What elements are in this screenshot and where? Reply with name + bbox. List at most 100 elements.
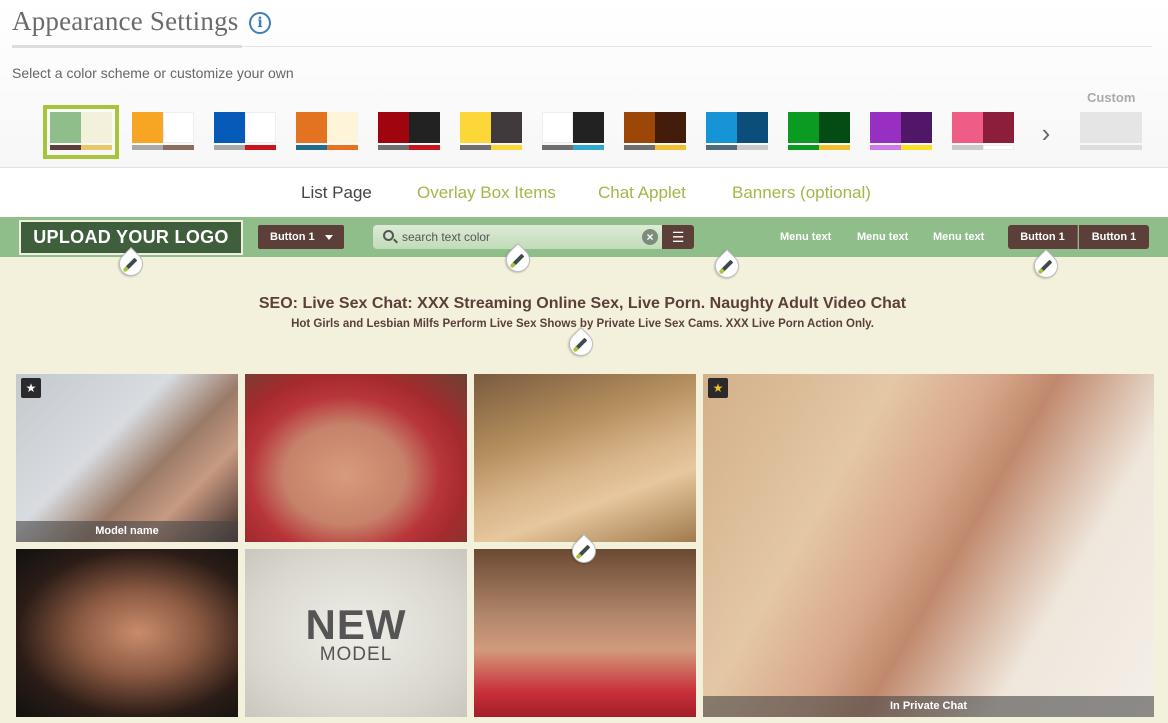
header-button-2[interactable]: Button 1 — [1079, 225, 1149, 249]
edit-seo-color-icon[interactable] — [564, 327, 598, 361]
swatch-color-left — [296, 112, 327, 143]
swatch-color-left — [50, 112, 81, 143]
search-placeholder: search text color — [402, 230, 491, 244]
tab-chat-applet[interactable]: Chat Applet — [598, 183, 686, 203]
swatch-bar-right — [901, 145, 932, 150]
swatch-color-right — [901, 112, 932, 143]
swatch-bar-right — [245, 145, 276, 150]
search-icon — [383, 230, 394, 241]
model-tile-4[interactable] — [16, 549, 238, 717]
model-tile-1[interactable]: Model name — [16, 374, 238, 542]
color-scheme-swatch[interactable] — [43, 105, 119, 159]
page-title: Appearance Settings — [12, 6, 239, 36]
model-tile-2[interactable] — [245, 374, 467, 542]
swatch-color-left — [788, 112, 819, 143]
tab-list-page[interactable]: List Page — [301, 183, 372, 203]
edit-logo-color-icon[interactable] — [114, 247, 148, 281]
dropdown-button[interactable]: Button 1 — [258, 225, 344, 249]
swatch-bar-right — [819, 145, 850, 150]
tab-overlay-box-items[interactable]: Overlay Box Items — [417, 183, 556, 203]
swatch-color-right — [409, 112, 440, 143]
swatch-bar-right — [163, 145, 194, 150]
swatch-bar-right — [983, 145, 1014, 150]
swatch-color-right — [491, 112, 522, 143]
star-icon[interactable]: ★ — [21, 378, 41, 398]
swatch-bar-right — [409, 145, 440, 150]
color-scheme-swatch[interactable] — [706, 112, 768, 152]
swatch-bar-left — [460, 145, 491, 150]
menu-item-2[interactable]: Menu text — [857, 231, 908, 243]
color-scheme-swatch[interactable] — [952, 112, 1014, 152]
swatch-color-right — [81, 112, 112, 143]
header-button-1[interactable]: Button 1 — [1008, 225, 1078, 249]
swatch-color-left — [706, 112, 737, 143]
color-scheme-swatch[interactable] — [214, 112, 276, 152]
swatch-color-left — [624, 112, 655, 143]
dropdown-button-label: Button 1 — [270, 231, 315, 243]
swatch-color-left — [378, 112, 409, 143]
swatch-color-left — [952, 112, 983, 143]
swatch-bar-right — [737, 145, 768, 150]
swatch-color-right — [1111, 112, 1142, 143]
swatch-color-right — [655, 112, 686, 143]
edit-search-color-icon[interactable] — [501, 243, 535, 277]
custom-color-scheme[interactable] — [1080, 112, 1142, 152]
swatch-bar-left — [1080, 145, 1111, 150]
model-tile-6[interactable] — [474, 549, 696, 717]
edit-tile-color-icon[interactable] — [567, 534, 601, 568]
swatch-bar-right — [327, 145, 358, 150]
swatch-color-right — [327, 112, 358, 143]
swatch-bar-left — [296, 145, 327, 150]
info-icon[interactable]: i — [249, 12, 271, 34]
list-view-icon[interactable]: ☰ — [662, 225, 694, 249]
private-chat-caption: In Private Chat — [703, 696, 1154, 717]
seo-title: SEO: Live Sex Chat: XXX Streaming Online… — [258, 295, 907, 312]
swatch-color-left — [1080, 112, 1111, 143]
menu-item-1[interactable]: Menu text — [780, 231, 831, 243]
swatch-bar-right — [81, 145, 112, 150]
swatch-color-right — [573, 112, 604, 143]
settings-tabs: List Page Overlay Box Items Chat Applet … — [0, 183, 1168, 205]
chevron-right-icon[interactable]: › — [1038, 118, 1054, 149]
color-scheme-swatch[interactable] — [378, 112, 440, 152]
swatch-bar-right — [655, 145, 686, 150]
swatch-color-right — [245, 112, 276, 143]
swatch-bar-left — [870, 145, 901, 150]
model-name-caption: Model name — [16, 521, 238, 542]
model-tile-featured[interactable]: In Private Chat — [703, 374, 1154, 717]
swatch-color-left — [132, 112, 163, 143]
edit-nav-color-icon[interactable] — [710, 249, 744, 283]
swatch-bar-left — [788, 145, 819, 150]
swatch-bar-left — [706, 145, 737, 150]
tab-banners[interactable]: Banners (optional) — [732, 183, 871, 203]
star-icon[interactable]: ★ — [708, 378, 728, 398]
swatch-color-left — [460, 112, 491, 143]
swatch-bar-right — [573, 145, 604, 150]
color-scheme-swatch[interactable] — [788, 112, 850, 152]
swatch-color-right — [163, 112, 194, 143]
color-scheme-swatch[interactable] — [460, 112, 522, 152]
swatch-bar-left — [542, 145, 573, 150]
color-scheme-swatch[interactable] — [132, 112, 194, 152]
page-subtitle: Select a color scheme or customize your … — [12, 65, 294, 81]
swatch-bar-left — [50, 145, 81, 150]
swatch-color-right — [819, 112, 850, 143]
color-scheme-swatch[interactable] — [870, 112, 932, 152]
color-scheme-swatch[interactable] — [296, 112, 358, 152]
clear-search-icon[interactable]: × — [642, 229, 658, 245]
custom-scheme-label: Custom — [1087, 90, 1136, 105]
menu-item-3[interactable]: Menu text — [933, 231, 984, 243]
model-tile-3[interactable] — [474, 374, 696, 542]
swatch-color-right — [983, 112, 1014, 143]
swatch-color-left — [870, 112, 901, 143]
color-scheme-swatch[interactable] — [542, 112, 604, 152]
new-model-tile[interactable]: NEW MODEL — [245, 549, 467, 717]
swatch-color-left — [542, 112, 573, 143]
swatch-color-left — [214, 112, 245, 143]
color-scheme-swatch[interactable] — [624, 112, 686, 152]
swatch-bar-left — [132, 145, 163, 150]
edit-button-color-icon[interactable] — [1029, 249, 1063, 283]
title-underline — [12, 45, 242, 48]
new-model-big: NEW — [305, 601, 407, 648]
caret-down-icon — [325, 235, 333, 240]
